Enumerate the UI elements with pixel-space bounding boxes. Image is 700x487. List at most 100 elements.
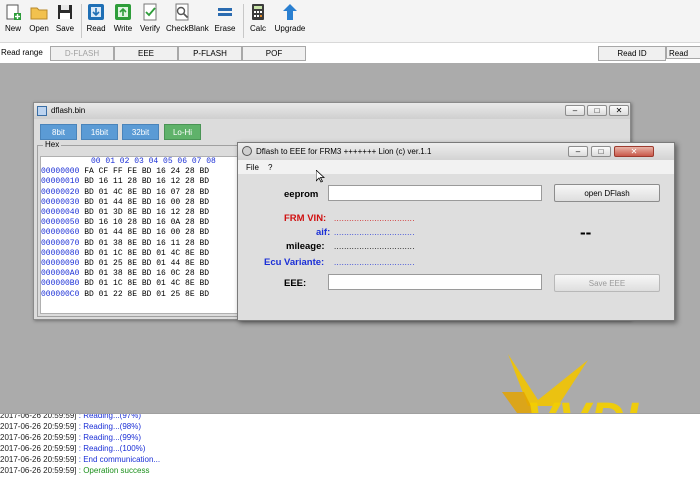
dflash-window-titlebar[interactable]: dflash.bin – □ ✕ <box>34 103 630 119</box>
minimize-button[interactable]: – <box>568 146 588 157</box>
save-label: Save <box>55 24 75 33</box>
toolbar: New Open Save Read Write Verify CheckBla… <box>0 0 700 43</box>
log-message: : End communication... <box>78 455 161 464</box>
eeprom-field[interactable] <box>328 185 542 201</box>
read-id-button[interactable]: Read ID <box>598 46 666 61</box>
frm-vin-value: ................................ <box>334 214 415 223</box>
erase-icon <box>218 8 232 16</box>
hex-row-address: 00000020 <box>41 187 80 197</box>
hex-row-address: 00000080 <box>41 248 80 258</box>
log-timestamp: 2017-06-26 20:59:59] <box>0 413 77 420</box>
eee-window-titlebar[interactable]: Dflash to EEE for FRM3 +++++++ Lion (c) … <box>238 143 674 160</box>
tab-eee[interactable]: EEE <box>114 46 178 61</box>
hex-row: 00000070 BD 01 38 8E BD 16 11 28 BD <box>41 239 239 249</box>
save-icon <box>58 5 72 19</box>
open-dflash-button[interactable]: open DFlash <box>554 184 660 202</box>
log-line: 2017-06-26 20:59:59] : Reading...(98%) <box>0 422 141 431</box>
save-button[interactable]: Save <box>54 2 76 40</box>
verify-button[interactable]: Verify <box>138 2 162 40</box>
new-icon <box>6 4 21 20</box>
hex-row: 00000060 BD 01 44 8E BD 16 00 28 BD <box>41 228 239 238</box>
checkblank-label: CheckBlank <box>166 24 209 33</box>
hex-row-address: 00000070 <box>41 238 80 248</box>
mileage-label: mileage: <box>286 241 325 252</box>
hex-row-address: 000000A0 <box>41 269 80 279</box>
hex-row-address: 00000030 <box>41 197 80 207</box>
erase-button[interactable]: Erase <box>213 2 237 40</box>
hex-row: 00000000 FA CF FF FE BD 16 24 28 BD <box>41 167 239 177</box>
log-message: : Reading...(100%) <box>78 444 146 453</box>
toolbar-separator <box>81 4 82 38</box>
hex-row-address: 000000B0 <box>41 279 80 289</box>
read-pa-button[interactable]: Read Pa <box>666 46 700 71</box>
log-line: 2017-06-26 20:59:59] : Reading...(99%) <box>0 433 141 442</box>
menu-help[interactable]: ? <box>268 163 272 172</box>
maximize-button[interactable]: □ <box>587 105 607 116</box>
calc-button[interactable]: Calc <box>247 2 269 40</box>
ecu-variante-label: Ecu Variante: <box>264 257 325 268</box>
menu-file[interactable]: File <box>246 163 259 172</box>
hex-row-bytes: BD 16 10 28 BD 16 0A 28 BD <box>84 218 210 228</box>
write-label: Write <box>113 24 133 33</box>
new-label: New <box>4 24 21 33</box>
new-button[interactable]: New <box>2 2 24 40</box>
hex-row-bytes: BD 01 22 8E BD 01 25 8E BD <box>84 289 210 299</box>
hex-row: 00000030 BD 01 44 8E BD 16 00 28 BD <box>41 198 239 208</box>
log-line: 2017-06-26 20:59:59] : Reading...(97%) <box>0 413 142 420</box>
hex-row-address: 00000000 <box>41 167 80 177</box>
hex-group-label: Hex <box>43 140 62 149</box>
hex-row-address: 00000050 <box>41 218 80 228</box>
ecu-variante-value: ................................ <box>334 258 415 267</box>
hex-row-bytes: FA CF FF FE BD 16 24 28 BD <box>84 167 210 177</box>
log-line: 2017-06-26 20:59:59] : Operation success <box>0 466 149 475</box>
upgrade-button[interactable]: Upgrade <box>274 2 306 40</box>
aif-value: ................................ <box>334 228 415 237</box>
read-range-label: Read range <box>1 48 43 57</box>
close-button[interactable]: ✕ <box>609 105 629 116</box>
log-timestamp: 2017-06-26 20:59:59] <box>0 422 77 431</box>
close-button[interactable]: ✕ <box>614 146 654 157</box>
read-button[interactable]: Read <box>85 2 107 40</box>
view-tab-lo-hi[interactable]: Lo-Hi <box>164 124 201 140</box>
log-timestamp: 2017-06-26 20:59:59] <box>0 433 77 442</box>
checkblank-button[interactable]: CheckBlank <box>166 2 209 40</box>
view-tab-16bit[interactable]: 16bit <box>81 124 118 140</box>
status-dash: -- <box>580 223 592 242</box>
log-message: : Operation success <box>78 466 150 475</box>
log-message: : Reading...(97%) <box>78 413 142 420</box>
hex-row-address: 00000060 <box>41 228 80 238</box>
view-tab-32bit[interactable]: 32bit <box>122 124 159 140</box>
tab-d-flash[interactable]: D-FLASH <box>50 46 114 61</box>
write-button[interactable]: Write <box>111 2 135 40</box>
tab-pof[interactable]: POF <box>242 46 306 61</box>
hex-row-address: 000000C0 <box>41 289 80 299</box>
tab-p-flash[interactable]: P-FLASH <box>178 46 242 61</box>
upgrade-icon <box>283 4 297 20</box>
hex-row: 00000090 BD 01 25 8E BD 01 44 8E BD <box>41 259 239 269</box>
log-timestamp: 2017-06-26 20:59:59] <box>0 444 77 453</box>
open-label: Open <box>29 24 49 33</box>
hex-row-bytes: BD 01 1C 8E BD 01 4C 8E BD <box>84 279 210 289</box>
hex-row-bytes: BD 01 1C 8E BD 01 4C 8E BD <box>84 248 210 258</box>
calc-label: Calc <box>249 24 266 33</box>
log-timestamp: 2017-06-26 20:59:59] <box>0 466 77 475</box>
minimize-button[interactable]: – <box>565 105 585 116</box>
hex-row-address: 00000040 <box>41 208 80 218</box>
log-panel[interactable]: 2017-06-26 20:59:59] : Reading...(97%) 20… <box>0 413 700 487</box>
frm-vin-label: FRM VIN: <box>284 213 327 224</box>
hex-view[interactable]: 00 01 02 03 04 05 06 07 08 00000000 FA C… <box>40 156 240 314</box>
view-tab-8bit[interactable]: 8bit <box>40 124 77 140</box>
eee-window-title: Dflash to EEE for FRM3 +++++++ Lion (c) … <box>256 147 432 156</box>
open-button[interactable]: Open <box>27 2 51 40</box>
log-message: : Reading...(99%) <box>78 433 142 442</box>
verify-icon <box>143 3 157 21</box>
app-icon <box>242 146 252 156</box>
eee-field[interactable] <box>328 274 542 290</box>
save-eee-button[interactable]: Save EEE <box>554 274 660 292</box>
hex-row-bytes: BD 01 3D 8E BD 16 12 28 BD <box>84 208 210 218</box>
maximize-button[interactable]: □ <box>591 146 611 157</box>
hex-rows: 00000000 FA CF FF FE BD 16 24 28 BD 00000… <box>41 167 239 300</box>
write-icon <box>115 4 131 20</box>
hex-row-address: 00000010 <box>41 177 80 187</box>
read-icon <box>88 4 104 20</box>
